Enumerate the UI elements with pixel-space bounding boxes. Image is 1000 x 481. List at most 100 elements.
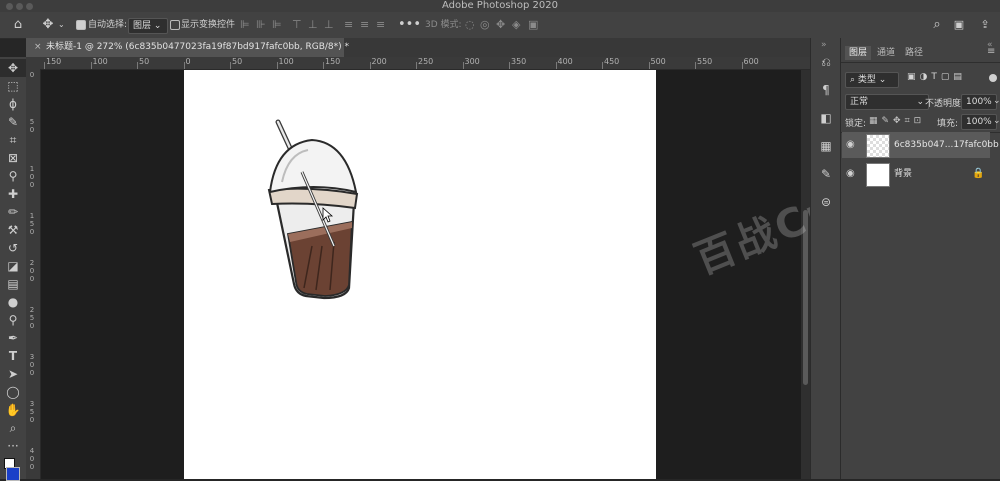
- move-tool-icon[interactable]: ✥: [0, 59, 26, 77]
- ruler-tick: [276, 62, 278, 69]
- ruler-label: 200: [29, 259, 35, 283]
- ruler-tick: [462, 62, 464, 69]
- quick-select-tool-icon[interactable]: ✎: [0, 113, 26, 131]
- auto-select-dropdown[interactable]: 图层 ⌄: [128, 18, 168, 34]
- fill-slider-icon[interactable]: ⌄: [993, 116, 1000, 126]
- healing-brush-tool-icon[interactable]: ✚: [0, 185, 26, 203]
- ruler-label: 300: [464, 57, 480, 66]
- history-panel-icon[interactable]: ⎌: [811, 52, 841, 72]
- distribute-middle-icon[interactable]: ≡: [360, 12, 369, 38]
- clone-stamp-tool-icon[interactable]: ⚒: [0, 221, 26, 239]
- distribute-top-icon[interactable]: ≡: [344, 12, 353, 38]
- history-brush-tool-icon[interactable]: ↺: [0, 239, 26, 257]
- ruler-label: 100: [29, 165, 35, 189]
- more-tools-icon[interactable]: ···: [0, 437, 26, 455]
- 3d-roll-icon[interactable]: ◎: [480, 12, 490, 38]
- lasso-tool-icon[interactable]: ϕ: [0, 95, 26, 113]
- close-tab-icon[interactable]: ×: [34, 38, 42, 57]
- layer-name[interactable]: 背景: [894, 161, 912, 187]
- window-title: Adobe Photoshop 2020: [442, 0, 558, 11]
- show-transform-checkbox[interactable]: [170, 20, 180, 30]
- ruler-tick: [695, 62, 696, 69]
- 3d-pan-icon[interactable]: ✥: [496, 12, 505, 38]
- share-icon[interactable]: ⇪: [976, 12, 994, 38]
- swatches-panel-icon[interactable]: ▦: [811, 136, 841, 156]
- paragraph-panel-icon[interactable]: ¶: [811, 80, 841, 100]
- blur-tool-icon[interactable]: ●: [0, 293, 26, 311]
- gradient-tool-icon[interactable]: ▤: [0, 275, 26, 293]
- iced-drink-illustration[interactable]: [184, 70, 656, 479]
- align-middle-icon[interactable]: ⊥: [308, 12, 318, 38]
- distribute-bottom-icon[interactable]: ≡: [376, 12, 385, 38]
- layer-thumbnail: [866, 134, 890, 158]
- zoom-tool-icon[interactable]: ⌕: [0, 419, 26, 437]
- frame-tool-icon[interactable]: ⊠: [0, 149, 26, 167]
- type-tool-icon[interactable]: T: [0, 347, 26, 365]
- dodge-tool-icon[interactable]: ⚲: [0, 311, 26, 329]
- layer-name[interactable]: 6c835b047...17fafc0bb: [894, 132, 999, 158]
- layer-row[interactable]: ◉ 背景 🔒: [842, 161, 990, 187]
- align-left-icon[interactable]: ⊫: [240, 12, 250, 38]
- chevron-down-icon[interactable]: ⌄: [58, 12, 65, 38]
- horizontal-ruler[interactable]: 150 100 50 0 50 100 150 200 250 300 350 400 450 500 55…: [40, 57, 810, 70]
- pen-tool-icon[interactable]: ✒: [0, 329, 26, 347]
- eraser-tool-icon[interactable]: ◪: [0, 257, 26, 275]
- align-center-icon[interactable]: ⊪: [256, 12, 266, 38]
- tab-channels[interactable]: 通道: [873, 46, 899, 60]
- brush-tool-icon[interactable]: ✏: [0, 203, 26, 221]
- ruler-label: 100: [92, 57, 108, 66]
- vertical-ruler[interactable]: 0 50 100 150 200 250 300 350 400: [26, 69, 41, 479]
- layer-filter-dropdown[interactable]: ⌕ 类型 ⌄: [845, 72, 899, 88]
- crop-tool-icon[interactable]: ⌗: [0, 131, 26, 149]
- 3d-mode-label: 3D 模式:: [425, 20, 462, 30]
- workspace-icon[interactable]: ▣: [950, 12, 968, 38]
- layer-row[interactable]: ◉ 6c835b047...17fafc0bb: [842, 132, 999, 158]
- marquee-tool-icon[interactable]: ⬚: [0, 77, 26, 95]
- properties-panel-icon[interactable]: ◧: [811, 108, 841, 128]
- blend-mode-dropdown[interactable]: 正常 ⌄: [845, 94, 929, 110]
- brushes-panel-icon[interactable]: ✎: [811, 164, 841, 184]
- layer-filter-label: 类型: [857, 75, 876, 85]
- hand-tool-icon[interactable]: ✋: [0, 401, 26, 419]
- vertical-scrollbar[interactable]: [801, 70, 810, 479]
- ruler-label: 0: [29, 71, 35, 79]
- ruler-label: 100: [278, 57, 294, 66]
- visibility-eye-icon[interactable]: ◉: [846, 161, 855, 187]
- libraries-panel-icon[interactable]: ⊜: [811, 192, 841, 212]
- path-select-tool-icon[interactable]: ➤: [0, 365, 26, 383]
- ellipse-tool-icon[interactable]: ◯: [0, 383, 26, 401]
- opacity-slider-icon[interactable]: ⌄: [993, 96, 1000, 106]
- auto-select-checkbox[interactable]: [76, 20, 86, 30]
- home-icon[interactable]: ⌂: [8, 12, 28, 38]
- eyedropper-tool-icon[interactable]: ⚲: [0, 167, 26, 185]
- opacity-input[interactable]: 100%: [961, 94, 997, 110]
- options-bar: ⌂ ✥ ⌄ 自动选择: 图层 ⌄ 显示变换控件 ⊫ ⊪ ⊫ ⊤ ⊥ ⊥ ≡ ≡ …: [0, 12, 1000, 39]
- visibility-eye-icon[interactable]: ◉: [846, 132, 855, 158]
- ruler-label: 300: [29, 353, 35, 377]
- lock-icons[interactable]: ▦✎✥⌗⊡: [869, 116, 925, 126]
- ruler-label: 150: [325, 57, 341, 66]
- search-icon[interactable]: ⌕: [928, 12, 946, 38]
- align-bottom-icon[interactable]: ⊥: [324, 12, 334, 38]
- document-canvas[interactable]: [184, 70, 656, 479]
- 3d-slide-icon[interactable]: ◈: [512, 12, 520, 38]
- auto-select-label: 自动选择:: [88, 20, 128, 30]
- tab-layers[interactable]: 图层: [845, 46, 872, 60]
- document-tab[interactable]: × 未标题-1 @ 272% (6c835b0477023fa19f87bd91…: [26, 38, 349, 57]
- align-top-icon[interactable]: ⊤: [292, 12, 302, 38]
- ruler-label: 50: [232, 57, 243, 66]
- expand-panels-icon[interactable]: »: [821, 40, 827, 50]
- ruler-tick: [183, 62, 185, 69]
- 3d-scale-icon[interactable]: ▣: [528, 12, 538, 38]
- layer-filter-icons[interactable]: ▣◑T▢▤: [907, 72, 966, 82]
- more-options-icon[interactable]: •••: [398, 12, 421, 38]
- fill-input[interactable]: 100%: [961, 114, 997, 130]
- align-right-icon[interactable]: ⊫: [272, 12, 282, 38]
- filter-toggle-icon[interactable]: [989, 74, 997, 82]
- tab-paths[interactable]: 路径: [901, 46, 927, 60]
- 3d-orbit-icon[interactable]: ◌: [465, 12, 475, 38]
- panel-menu-icon[interactable]: ≡: [987, 46, 995, 57]
- move-tool-icon[interactable]: ✥: [38, 12, 58, 38]
- document-tab-title: 未标题-1 @ 272% (6c835b0477023fa19f87bd917f…: [46, 42, 350, 52]
- lock-icon: 🔒: [972, 168, 985, 179]
